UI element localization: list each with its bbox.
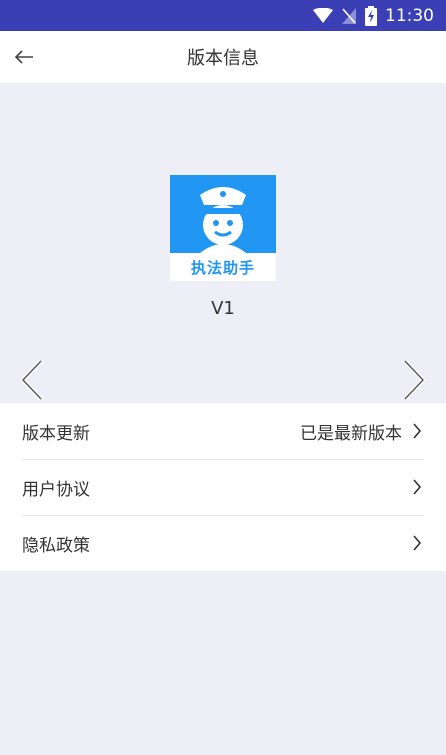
status-bar: 11:30 bbox=[0, 0, 446, 31]
row-label: 用户协议 bbox=[22, 479, 90, 500]
no-sim-icon bbox=[341, 7, 357, 25]
chevron-left-icon[interactable] bbox=[18, 358, 46, 402]
app-logo: 执法助手 bbox=[170, 175, 276, 281]
chevron-right-icon[interactable] bbox=[400, 358, 428, 402]
wifi-icon bbox=[313, 7, 333, 24]
app-info-section: 执法助手 V1 bbox=[0, 83, 446, 403]
row-user-agreement[interactable]: 用户协议 bbox=[0, 459, 446, 515]
chevron-right-icon bbox=[410, 534, 424, 552]
police-mascot-icon bbox=[170, 175, 276, 253]
chevron-right-icon bbox=[410, 422, 424, 440]
row-value: 已是最新版本 bbox=[300, 423, 402, 444]
status-time: 11:30 bbox=[385, 5, 434, 26]
logo-text: 执法助手 bbox=[190, 258, 255, 277]
row-label: 隐私政策 bbox=[22, 535, 90, 556]
battery-charging-icon bbox=[365, 5, 377, 26]
chevron-right-icon bbox=[410, 478, 424, 496]
row-version-update[interactable]: 版本更新 已是最新版本 bbox=[0, 403, 446, 459]
app-header: 版本信息 bbox=[0, 31, 446, 83]
row-privacy-policy[interactable]: 隐私政策 bbox=[0, 515, 446, 571]
back-arrow-icon[interactable] bbox=[12, 45, 36, 69]
row-label: 版本更新 bbox=[22, 423, 90, 444]
settings-list: 版本更新 已是最新版本 用户协议 隐私政策 bbox=[0, 403, 446, 571]
app-version: V1 bbox=[211, 298, 235, 319]
page-title: 版本信息 bbox=[187, 48, 259, 69]
